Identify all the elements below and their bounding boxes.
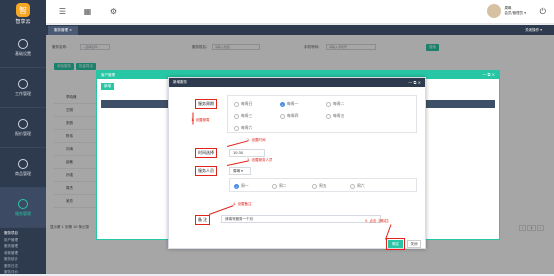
time-label: 时间选择 [195, 148, 217, 158]
avatar [487, 4, 502, 18]
tab-bar: 服务管理 × 关闭操作 ▾ [46, 25, 554, 35]
annotation-arrow [226, 160, 249, 166]
sidebar-item-service[interactable]: 服务管理 [0, 188, 46, 228]
power-icon[interactable]: ⏻ [540, 7, 546, 17]
sidebar-item-goods[interactable]: 商品管理 [0, 148, 46, 188]
sidebar-item-basic[interactable]: 基础设置 [0, 28, 46, 68]
annotation-arrow [192, 112, 194, 125]
staff-option[interactable]: 周五 [312, 183, 327, 189]
period-option[interactable]: 每周五 [326, 113, 344, 119]
radio-icon [326, 113, 331, 119]
menu-toggle-icon[interactable]: ☰ [58, 7, 67, 16]
radio-icon [234, 101, 239, 107]
radio-icon [234, 113, 239, 119]
top-bar: ☰ ▦ ⚙ 周琳 会员/管理员 ▾ ⏻ [46, 0, 554, 24]
remark-label: 备 注 [195, 215, 211, 225]
annotation-arrow [208, 205, 234, 215]
sidebar-item-label: 商品管理 [15, 170, 31, 176]
period-option[interactable]: 每周二 [326, 101, 344, 107]
user-icon [18, 118, 28, 129]
radio-icon [234, 125, 239, 131]
period-option[interactable]: 每周三 [234, 113, 252, 119]
period-options-panel: 每周日 ✓ 每周一 每周二 每周三 每周四 每周五 每周六 [227, 95, 417, 133]
period-option[interactable]: 每周日 [234, 101, 252, 107]
submenu-item[interactable]: 服务评价 [4, 269, 46, 276]
dialog-title: 客户管理 [101, 73, 115, 77]
sidebar-item-quote[interactable]: 报价管理 [0, 108, 46, 148]
staff-select[interactable]: 周琳 ▾ [229, 167, 251, 175]
sidebar-item-work[interactable]: 工作管理 [0, 68, 46, 108]
window-controls[interactable]: — ⧉ × [408, 78, 421, 87]
radio-icon [312, 183, 317, 189]
radio-icon [326, 101, 331, 107]
app-logo: 智 智享云 [0, 0, 46, 28]
user-icon [18, 38, 28, 49]
annotation-arrow [226, 140, 249, 147]
annotation-arrow [385, 224, 392, 240]
check-icon: ✓ [280, 101, 285, 107]
window-controls[interactable]: — ⧉ × [482, 71, 495, 79]
staff-options-panel: ✓ 周一 周二 周五 周六 [229, 178, 417, 192]
grid-icon[interactable]: ▦ [83, 7, 92, 16]
annotation-3: 3. 设置服务人员 [247, 158, 273, 162]
staff-option[interactable]: ✓ 周一 [234, 183, 249, 189]
radio-icon [350, 183, 355, 189]
radio-icon [280, 113, 285, 119]
remark-input[interactable]: 请填写服务一个月 [221, 215, 381, 223]
close-operation-button[interactable]: 关闭操作 ▾ [525, 25, 542, 35]
annotation-1: 1. 设置服周 [191, 118, 210, 122]
dialog-header: 新增服务 — ⧉ × [169, 78, 425, 87]
staff-option[interactable]: 周六 [350, 183, 365, 189]
user-icon [18, 158, 28, 169]
time-input[interactable]: 10:30 [229, 149, 265, 157]
confirm-button[interactable]: 确定 [386, 238, 405, 250]
staff-option[interactable]: 周二 [272, 183, 287, 189]
annotation-2: 2. 设置时间 [247, 138, 266, 142]
sidebar-item-label: 报价管理 [15, 130, 31, 136]
logo-text: 智享云 [15, 19, 31, 25]
sidebar-item-label: 服务管理 [15, 210, 31, 216]
sidebar-item-label: 基础设置 [15, 50, 31, 56]
logo-badge: 智 [16, 3, 30, 17]
radio-icon [272, 183, 277, 189]
gear-icon[interactable]: ⚙ [109, 7, 118, 16]
staff-label: 服务人员 [195, 166, 217, 176]
sidebar-submenu: 服务项目 用户管理 服务管理 收款管理 服务统计 服务日志 服务评价 [0, 228, 46, 276]
check-icon: ✓ [234, 183, 239, 189]
sidebar-item-label: 工作管理 [15, 90, 31, 96]
period-label: 服务周期 [195, 99, 217, 109]
dialog-title: 新增服务 [173, 80, 187, 84]
period-option[interactable]: 每周四 [280, 113, 298, 119]
user-menu[interactable]: 周琳 会员/管理员 ▾ [487, 4, 526, 18]
period-option[interactable]: 每周六 [234, 125, 252, 131]
period-option[interactable]: ✓ 每周一 [280, 101, 298, 107]
annotation-5: 5. 点击【确定】 [365, 219, 391, 223]
user-role: 会员/管理员 ▾ [504, 11, 526, 15]
add-service-dialog: 新增服务 — ⧉ × 服务周期 1. 设置服周 每周日 ✓ 每周一 每周二 每周三… [168, 77, 426, 250]
sidebar: 智 智享云 基础设置 工作管理 报价管理 商品管理 服务管理 服务项目 用户管理… [0, 0, 46, 274]
user-icon [18, 198, 28, 209]
close-button[interactable]: 关闭 [407, 240, 421, 248]
user-icon [18, 78, 28, 89]
tab-service[interactable]: 服务管理 × [48, 26, 79, 35]
annotation-4: 4. 设置备注 [233, 202, 252, 206]
add-button[interactable]: 新增 [101, 83, 114, 90]
